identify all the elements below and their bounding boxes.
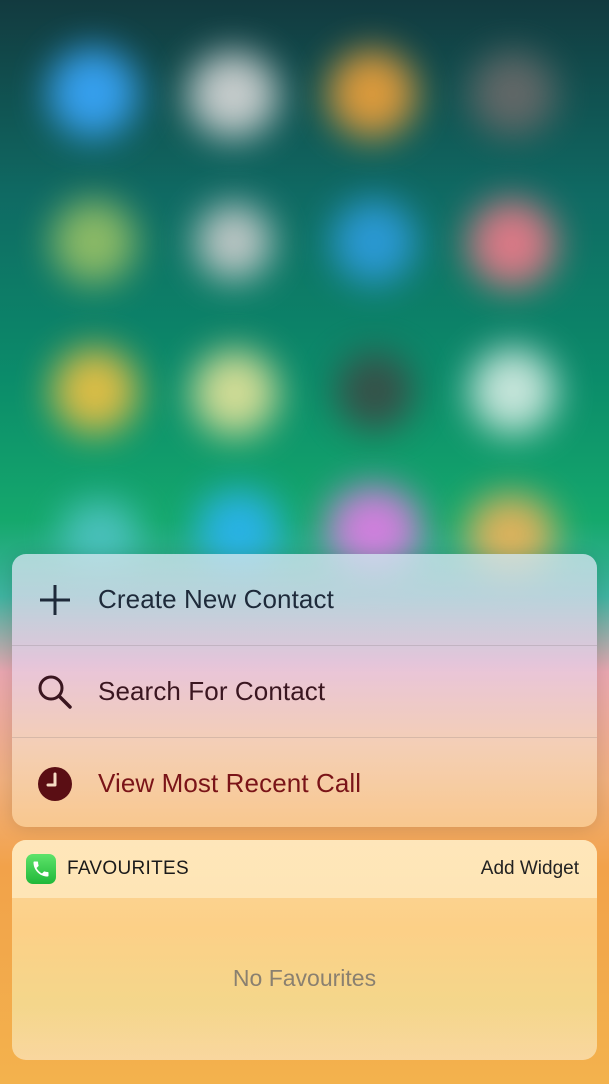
add-widget-button[interactable]: Add Widget [481, 858, 579, 880]
phone-icon [26, 854, 56, 884]
blurred-app-icon [468, 200, 556, 288]
widget-title: FAVOURITES [67, 858, 189, 879]
widget-header: FAVOURITES Add Widget [12, 840, 597, 898]
widget-body: No Favourites [12, 898, 597, 1060]
clock-icon [12, 738, 98, 827]
blurred-app-icon [52, 348, 138, 434]
search-for-contact-label: Search For Contact [98, 676, 326, 706]
plus-icon [12, 554, 98, 645]
blurred-app-icon [332, 200, 416, 284]
blurred-app-icon [470, 52, 556, 136]
view-most-recent-call-label: View Most Recent Call [98, 768, 362, 798]
blurred-app-icon [188, 52, 278, 138]
empty-state-text: No Favourites [232, 964, 377, 991]
favourites-widget: FAVOURITES Add Widget No Favourites [12, 840, 597, 1060]
blurred-app-icon [192, 350, 278, 436]
search-for-contact-action[interactable]: Search For Contact [12, 646, 597, 738]
blurred-app-icon [196, 204, 272, 280]
create-new-contact-label: Create New Contact [98, 584, 334, 614]
view-most-recent-call-action[interactable]: View Most Recent Call [12, 738, 597, 827]
blurred-app-icon [336, 352, 414, 430]
blurred-app-icon [470, 348, 556, 434]
search-icon [12, 646, 98, 737]
blurred-app-icon [48, 48, 138, 138]
quick-actions-menu: Create New Contact Search For Contact Vi… [12, 554, 597, 827]
blurred-app-icon [52, 200, 136, 284]
blurred-app-icon [328, 50, 416, 138]
create-new-contact-action[interactable]: Create New Contact [12, 554, 597, 646]
